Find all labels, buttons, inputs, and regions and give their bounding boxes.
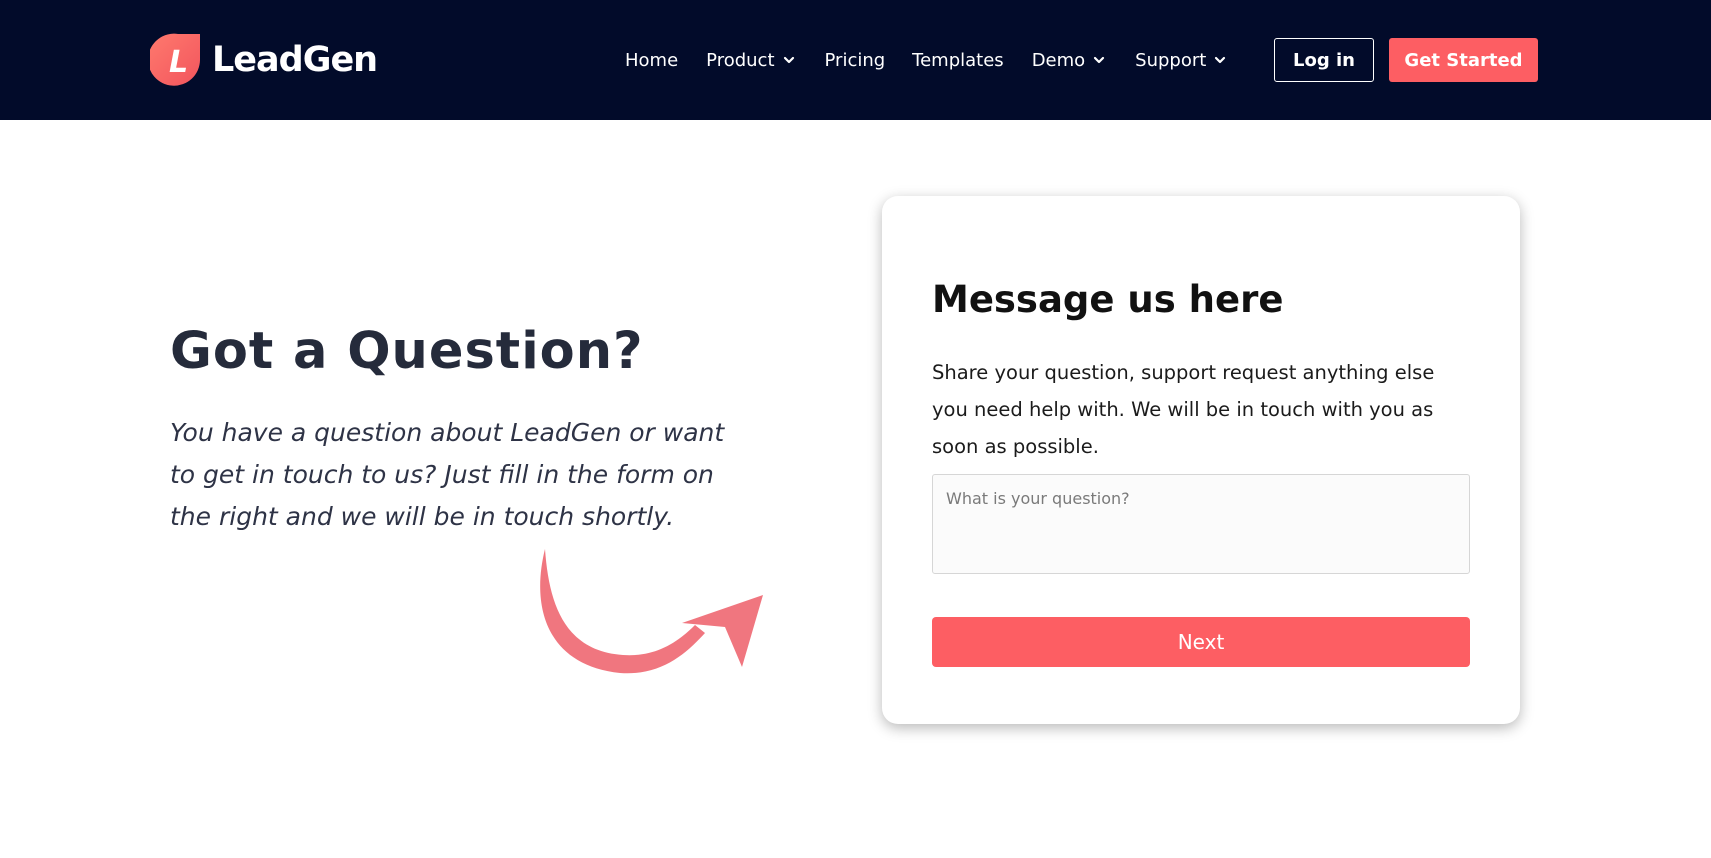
nav-pricing-label: Pricing [824,49,886,71]
nav-home-label: Home [625,49,679,71]
nav-templates-label: Templates [912,49,1004,71]
nav-pricing[interactable]: Pricing [825,50,886,71]
hero-text: You have a question about LeadGen or wan… [170,418,725,531]
nav-product-label: Product [706,49,775,71]
nav-home[interactable]: Home [625,50,678,71]
site-header: L LeadGen Home Product Pricing Templates… [0,0,1711,120]
hero-title: Got a Question? [170,322,644,381]
logo-letter: L [169,45,188,80]
next-button[interactable]: Next [932,617,1470,667]
form-title: Message us here [932,278,1284,321]
leadgen-logo[interactable]: L LeadGen [150,32,378,88]
nav-support-label: Support [1135,49,1207,71]
get-started-button[interactable]: Get Started [1389,38,1538,82]
main-nav: Home Product Pricing Templates Demo Supp… [625,44,1226,76]
nav-demo[interactable]: Demo [1032,50,1105,71]
form-description: Share your question, support request any… [932,361,1435,458]
chevron-down-icon [1094,56,1105,64]
nav-support[interactable]: Support [1135,50,1226,71]
contact-form-card: Message us here Share your question, sup… [882,196,1520,724]
login-button[interactable]: Log in [1274,38,1374,82]
chevron-down-icon [1215,56,1226,64]
nav-demo-label: Demo [1031,49,1086,71]
question-input[interactable] [932,474,1470,574]
nav-product[interactable]: Product [706,50,794,71]
chevron-down-icon [783,56,794,64]
nav-templates[interactable]: Templates [912,50,1004,71]
logo-text: LeadGen [212,40,378,80]
curved-arrow-icon [540,549,763,674]
leadgen-logo-icon: L [150,33,200,86]
